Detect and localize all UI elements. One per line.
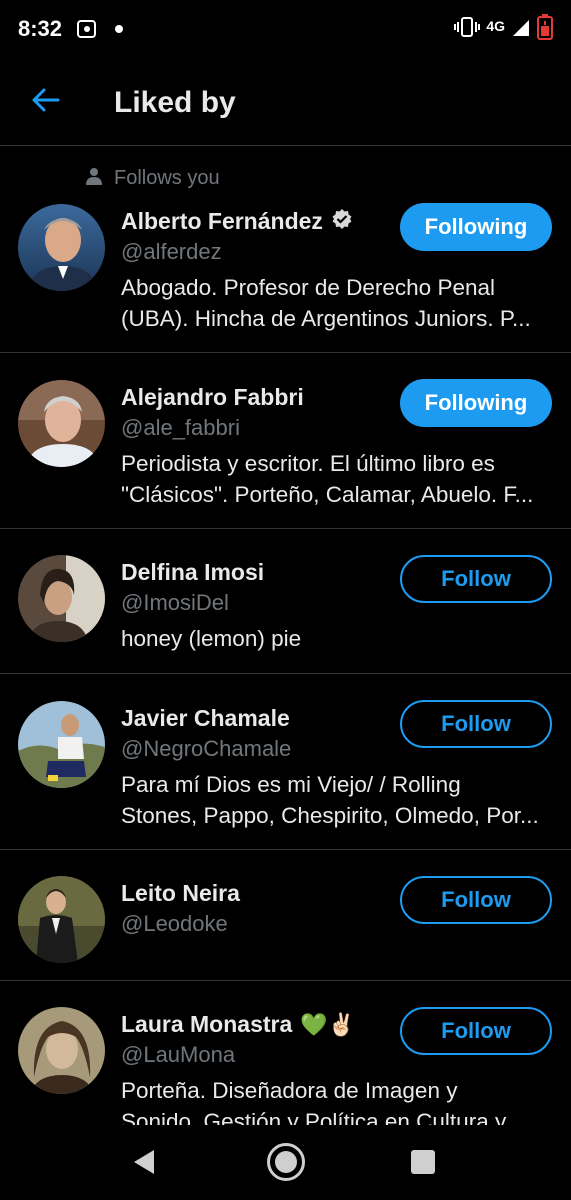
vibrate-icon <box>454 16 481 43</box>
follow-button[interactable]: Follow <box>400 1007 552 1055</box>
system-nav-bar <box>0 1125 571 1200</box>
network-label: 4G <box>486 18 505 34</box>
user-handle: @NegroChamale <box>121 736 292 761</box>
user-handle: @ImosiDel <box>121 590 229 615</box>
bio-line: Porteña. Diseñadora de Imagen y <box>121 1078 458 1103</box>
list-item[interactable]: Laura Monastra 💚✌🏻 @LauMona Porteña. Dis… <box>0 981 571 1146</box>
user-name: Javier Chamale <box>121 705 290 731</box>
follows-you-label: Follows you <box>114 166 220 189</box>
signal-icon <box>511 17 531 42</box>
app-notification-icon <box>76 18 98 40</box>
list-item[interactable]: Delfina Imosi @ImosiDel honey (lemon) pi… <box>0 529 571 674</box>
status-icons: 4G <box>454 13 553 45</box>
user-name: Delfina Imosi <box>121 559 265 585</box>
person-icon <box>86 167 102 190</box>
follow-button[interactable]: Follow <box>400 700 552 748</box>
status-time: 8:32 <box>18 16 63 41</box>
user-name: Laura Monastra <box>121 1011 293 1037</box>
user-bio: Periodista y escritor. El último libro e… <box>121 448 551 510</box>
user-bio: honey (lemon) pie <box>121 623 551 654</box>
list-item[interactable]: Alejandro Fabbri @ale_fabbri Periodista … <box>0 353 571 529</box>
bio-line: Para mí Dios es mi Viejo/ / Rolling <box>121 772 461 797</box>
follow-button[interactable]: Follow <box>400 555 552 603</box>
following-button[interactable]: Following <box>400 379 552 427</box>
avatar[interactable] <box>18 1007 105 1094</box>
avatar[interactable] <box>18 876 105 963</box>
user-handle: @ale_fabbri <box>121 415 240 440</box>
bio-line: Stones, Pappo, Chespirito, Olmedo, Por..… <box>121 803 539 828</box>
bio-line: Periodista y escritor. El último libro e… <box>121 451 495 476</box>
nav-recents-icon[interactable] <box>411 1150 435 1174</box>
list-item[interactable]: Follows you Alberto Fernández @alferdez … <box>0 146 571 353</box>
user-name: Alberto Fernández <box>121 208 323 234</box>
page-title: Liked by <box>114 86 236 119</box>
user-bio: Para mí Dios es mi Viejo/ / Rolling Ston… <box>121 769 551 831</box>
header: Liked by <box>0 60 571 146</box>
user-name: Alejandro Fabbri <box>121 384 304 410</box>
bio-line: "Clásicos". Porteño, Calamar, Abuelo. F.… <box>121 482 534 507</box>
following-button[interactable]: Following <box>400 203 552 251</box>
status-bar: 8:32 4G <box>0 0 571 60</box>
avatar[interactable] <box>18 380 105 467</box>
avatar[interactable] <box>18 701 105 788</box>
notification-dot-icon <box>115 25 123 33</box>
avatar[interactable] <box>18 204 105 291</box>
user-handle: @Leodoke <box>121 911 228 936</box>
list-item[interactable]: Leito Neira @Leodoke Follow <box>0 850 571 981</box>
user-handle: @LauMona <box>121 1042 236 1067</box>
name-emoji: 💚✌🏻 <box>300 1011 356 1037</box>
nav-back-icon[interactable] <box>132 1149 156 1180</box>
user-name: Leito Neira <box>121 880 240 906</box>
arrow-left-icon <box>31 87 61 118</box>
user-bio: Abogado. Profesor de Derecho Penal (UBA)… <box>121 272 551 334</box>
bio-line: honey (lemon) pie <box>121 626 302 651</box>
follows-you-indicator: Follows you <box>86 166 220 190</box>
user-handle: @alferdez <box>121 239 222 264</box>
follow-button[interactable]: Follow <box>400 876 552 924</box>
verified-badge-icon <box>331 208 353 235</box>
avatar[interactable] <box>18 555 105 642</box>
nav-home-icon[interactable] <box>267 1143 305 1181</box>
bio-line: (UBA). Hincha de Argentinos Juniors. P..… <box>121 306 531 331</box>
list-item[interactable]: Javier Chamale @NegroChamale Para mí Dio… <box>0 674 571 850</box>
battery-low-icon <box>537 13 553 45</box>
user-list[interactable]: Follows you Alberto Fernández @alferdez … <box>0 146 571 1146</box>
bio-line: Abogado. Profesor de Derecho Penal <box>121 275 495 300</box>
back-button[interactable] <box>26 82 66 122</box>
